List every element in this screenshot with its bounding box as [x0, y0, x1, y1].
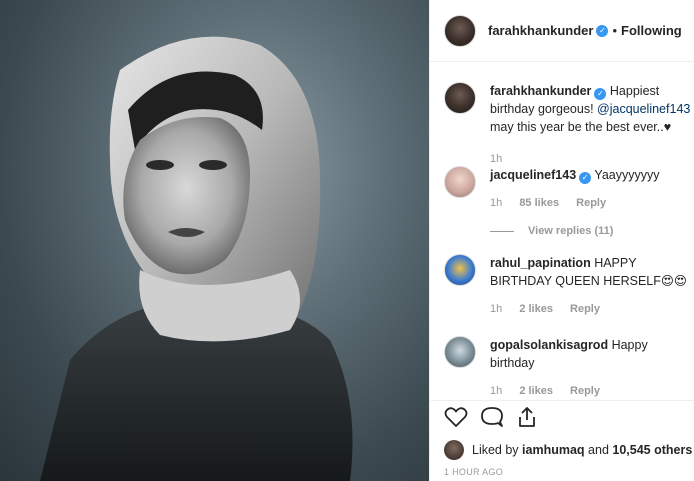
- view-replies-button[interactable]: View replies (11): [490, 222, 694, 240]
- comment-item: jacquelinef143 ✓ Yaayyyyyyy 1h 85 likes R…: [444, 166, 694, 240]
- commenter-avatar[interactable]: [444, 336, 476, 368]
- post-sidebar: farahkhankunder ✓ • Following farahkhank…: [429, 0, 694, 481]
- commenter-avatar[interactable]: [444, 254, 476, 286]
- share-icon[interactable]: [516, 406, 538, 433]
- comment-item: rahul_papination HAPPY BIRTHDAY QUEEN HE…: [444, 254, 694, 318]
- liker-avatar[interactable]: [444, 440, 464, 460]
- caption-username[interactable]: farahkhankunder: [490, 84, 591, 98]
- liker-username[interactable]: iamhumaq: [522, 443, 585, 457]
- post-photo-illustration: [40, 36, 353, 481]
- commenter-username[interactable]: gopalsolankisagrod: [490, 338, 608, 352]
- comment-likes[interactable]: 2 likes: [519, 303, 553, 315]
- comment-age: 1h: [490, 197, 503, 209]
- likes-prefix: Liked by: [472, 443, 519, 457]
- likes-summary[interactable]: Liked by iamhumaq and 10,545 others: [444, 440, 692, 460]
- caption-mention[interactable]: @jacquelinef143: [597, 102, 690, 116]
- caption-avatar[interactable]: [444, 82, 476, 114]
- commenter-avatar[interactable]: [444, 166, 476, 198]
- author-username[interactable]: farahkhankunder: [488, 23, 593, 38]
- reply-button[interactable]: Reply: [570, 303, 600, 315]
- comment-likes[interactable]: 85 likes: [519, 197, 559, 209]
- post-timestamp: 1 HOUR AGO: [444, 467, 504, 477]
- comments-list[interactable]: farahkhankunder ✓ Happiest birthday gorge…: [430, 62, 694, 400]
- heart-icon[interactable]: [444, 406, 468, 433]
- follow-status-button[interactable]: Following: [621, 23, 682, 38]
- author-avatar[interactable]: [444, 14, 476, 47]
- reply-button[interactable]: Reply: [570, 385, 600, 397]
- likes-connector: and: [588, 443, 609, 457]
- comment-likes[interactable]: 2 likes: [519, 385, 553, 397]
- view-replies-label: View replies (11): [528, 225, 614, 237]
- caption-text-2: may this year be the best ever..♥: [490, 120, 672, 134]
- post-photo: [0, 0, 429, 481]
- likes-count[interactable]: 10,545 others: [612, 443, 692, 457]
- verified-badge-icon: ✓: [596, 24, 609, 37]
- commenter-username[interactable]: rahul_papination: [490, 256, 591, 270]
- caption-age: 1h: [490, 153, 503, 165]
- comment-text: Yaayyyyyyy: [594, 168, 660, 182]
- post-header: farahkhankunder ✓ • Following: [430, 0, 694, 62]
- verified-badge-icon: ✓: [594, 88, 607, 100]
- caption: farahkhankunder ✓ Happiest birthday gorge…: [444, 82, 694, 168]
- verified-badge-icon: ✓: [579, 172, 592, 184]
- comment-age: 1h: [490, 303, 503, 315]
- post-actions: [430, 400, 694, 438]
- comment-item: gopalsolankisagrod Happy birthday 1h 2 l…: [444, 336, 694, 400]
- comment-icon[interactable]: [480, 405, 504, 434]
- comment-age: 1h: [490, 385, 503, 397]
- header-separator: •: [612, 23, 618, 38]
- reply-button[interactable]: Reply: [576, 197, 606, 209]
- view-replies-line: [490, 230, 514, 232]
- commenter-username[interactable]: jacquelinef143: [490, 168, 576, 182]
